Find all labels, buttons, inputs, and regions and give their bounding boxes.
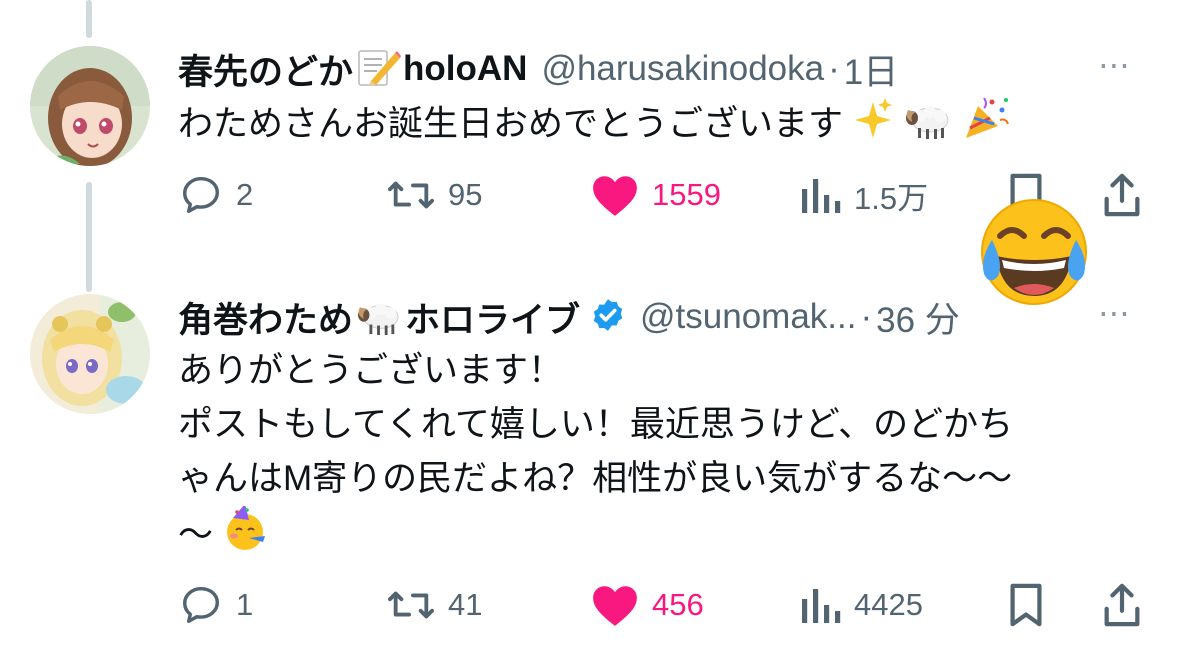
timestamp[interactable]: 1日 (844, 44, 898, 95)
reply-count: 1 (236, 587, 254, 622)
avatar-harusakinodoka[interactable] (30, 46, 150, 166)
like-count: 1559 (652, 177, 721, 212)
user-handle[interactable]: @tsunomak... (640, 297, 856, 337)
like-count: 456 (652, 587, 704, 622)
share-button[interactable] (1100, 580, 1144, 630)
tweet-2-header: 角巻わため ホロライブ @tsunomak... · 36 分 (178, 292, 960, 342)
user-handle[interactable]: @harusakinodoka (541, 49, 824, 89)
reply-icon (182, 586, 220, 624)
repost-count: 41 (448, 587, 483, 622)
tweet-2-line-2: ポストもしてくれて嬉しい！最近思うけど、のどかち (178, 405, 1014, 444)
reply-button[interactable]: 2 (178, 170, 253, 220)
memo-emoji (357, 47, 402, 92)
thread-line-connector (86, 182, 92, 292)
tweet-2-line-4: 〜 (178, 515, 214, 555)
avatar-tsunomakiwatame[interactable] (30, 294, 150, 414)
verified-badge-icon (590, 297, 626, 338)
tweet-2-text: ありがとうございます！ ポストもしてくれて嬉しい！最近思うけど、のどかち ゃんは… (178, 344, 1013, 568)
party-popper-emoji (962, 96, 1010, 156)
share-icon (1104, 173, 1140, 217)
bookmark-icon (1010, 583, 1042, 627)
tweet-1-text-content: わためさんお誕生日おめでとうございます (178, 104, 844, 144)
repost-button[interactable]: 41 (386, 580, 482, 630)
display-name[interactable]: 春先のどか (178, 44, 353, 95)
separator-dot: · (828, 49, 840, 88)
views-count: 1.5万 (854, 180, 929, 216)
repost-button[interactable]: 95 (386, 170, 482, 220)
more-options-icon[interactable]: ⋯ (1098, 294, 1132, 332)
reply-button[interactable]: 1 (178, 580, 253, 630)
ram-emoji (904, 96, 952, 156)
display-name[interactable]: 角巻わため (178, 292, 353, 343)
heart-icon (593, 176, 637, 216)
more-options-icon[interactable]: ⋯ (1098, 46, 1132, 84)
tweet-2-line-3: ゃんはM寄りの民だよね？相性が良い気がするな〜〜 (178, 459, 1013, 498)
display-name-suffix[interactable]: ホロライブ (405, 292, 580, 343)
reply-count: 2 (236, 177, 254, 212)
tweet-1-text: わためさんお誕生日おめでとうございます (178, 96, 1010, 156)
heart-icon (593, 586, 637, 626)
repost-count: 95 (448, 177, 483, 212)
share-button[interactable] (1100, 170, 1144, 220)
like-button[interactable]: 1559 (590, 170, 721, 220)
views-button[interactable]: 4425 (798, 580, 923, 630)
display-name-suffix[interactable]: holoAN (403, 49, 527, 89)
views-icon (802, 589, 841, 623)
thread-line-top (86, 0, 92, 38)
repost-icon (387, 181, 434, 209)
share-icon (1104, 583, 1140, 627)
tweet-2-actions: 1 41 456 4425 (178, 580, 1149, 630)
avatar-image (30, 294, 150, 414)
avatar-image (30, 46, 150, 166)
tears-of-joy-emoji (974, 196, 1094, 317)
repost-icon (387, 591, 434, 619)
partying-face-emoji (223, 504, 269, 568)
views-count: 4425 (854, 587, 923, 622)
views-icon (802, 179, 841, 213)
tweet-2-line-4-wrap: 〜 (178, 504, 1013, 568)
sparkles-emoji (853, 96, 895, 156)
bookmark-button[interactable] (1004, 580, 1048, 630)
like-button[interactable]: 456 (590, 580, 704, 630)
views-button[interactable]: 1.5万 (798, 170, 928, 220)
reply-icon (182, 176, 220, 214)
separator-dot: · (860, 297, 873, 336)
ram-emoji (355, 294, 403, 341)
tweet-1-header: 春先のどか holoAN @harusakinodoka · 1日 (178, 44, 898, 94)
timestamp[interactable]: 36 分 (876, 292, 960, 343)
tweet-2-line-1: ありがとうございます！ (178, 351, 564, 390)
